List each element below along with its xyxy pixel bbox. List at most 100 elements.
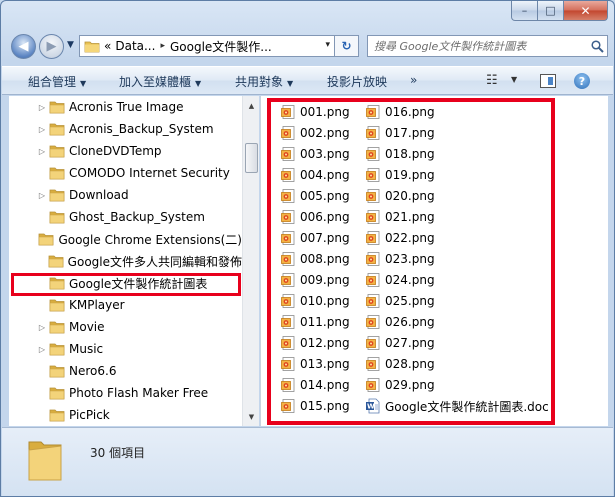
folder-icon: [49, 100, 65, 114]
file-name-label: 024.png: [385, 273, 435, 287]
file-item-png[interactable]: 001.png: [280, 102, 350, 122]
more-commands-button[interactable]: »: [410, 73, 417, 87]
recent-pages-dropdown[interactable]: ▼: [67, 40, 74, 50]
file-item-png[interactable]: 009.png: [280, 270, 350, 290]
search-box[interactable]: [367, 35, 608, 57]
search-input[interactable]: [374, 39, 587, 53]
address-overflow[interactable]: «: [104, 39, 111, 53]
file-item-png[interactable]: 010.png: [280, 291, 350, 311]
word-document-icon: W: [365, 398, 381, 414]
address-separator-icon[interactable]: ▸: [160, 41, 165, 51]
file-item-png[interactable]: 007.png: [280, 228, 350, 248]
forward-button[interactable]: ▶: [39, 34, 64, 59]
expand-arrow-icon[interactable]: ▷: [33, 191, 49, 200]
file-item-png[interactable]: 025.png: [365, 291, 435, 311]
file-item-png[interactable]: 012.png: [280, 333, 350, 353]
nav-tree-item[interactable]: ▷ Music: [9, 338, 242, 360]
file-item-png[interactable]: 024.png: [365, 270, 435, 290]
file-item-png[interactable]: 023.png: [365, 249, 435, 269]
nav-tree-item[interactable]: ▷ CloneDVDTemp: [9, 140, 242, 162]
file-name-label: 029.png: [385, 378, 435, 392]
file-item-png[interactable]: 005.png: [280, 186, 350, 206]
file-name-label: 004.png: [300, 168, 350, 182]
png-image-icon: [365, 335, 381, 351]
folder-icon: [49, 122, 65, 136]
expand-arrow-icon[interactable]: ▷: [33, 147, 49, 156]
scroll-down-icon[interactable]: ▼: [244, 409, 259, 424]
file-item-png[interactable]: 017.png: [365, 123, 435, 143]
file-item-png[interactable]: 004.png: [280, 165, 350, 185]
nav-tree-item[interactable]: PicPick: [9, 404, 242, 426]
help-icon[interactable]: ?: [574, 73, 590, 89]
maximize-button[interactable]: □: [538, 1, 564, 21]
file-item-png[interactable]: 019.png: [365, 165, 435, 185]
details-pane: 30 個項目: [2, 427, 613, 496]
file-item-png[interactable]: 018.png: [365, 144, 435, 164]
scroll-thumb[interactable]: [245, 143, 258, 173]
nav-tree-item[interactable]: ▷ Movie: [9, 316, 242, 338]
file-item-png[interactable]: 013.png: [280, 354, 350, 374]
nav-tree-item[interactable]: Ghost_Backup_System: [9, 206, 242, 228]
nav-tree-item[interactable]: ▷ Download: [9, 184, 242, 206]
chevron-down-icon: ▼: [80, 79, 87, 88]
file-item-png[interactable]: 027.png: [365, 333, 435, 353]
nav-tree-item[interactable]: COMODO Internet Security: [9, 162, 242, 184]
organize-menu[interactable]: 組合管理 ▼: [28, 73, 86, 90]
address-dropdown-icon[interactable]: ▾: [325, 40, 330, 50]
preview-pane-icon[interactable]: [540, 74, 556, 88]
address-segment-current[interactable]: Google文件製作...: [170, 38, 272, 55]
search-icon[interactable]: [587, 36, 607, 56]
share-menu[interactable]: 共用對象 ▼: [235, 73, 293, 90]
file-item-png[interactable]: 008.png: [280, 249, 350, 269]
file-item-png[interactable]: 015.png: [280, 396, 350, 416]
item-count-label: 30 個項目: [90, 446, 146, 460]
nav-tree-item[interactable]: KMPlayer: [9, 294, 242, 316]
png-image-icon: [365, 251, 381, 267]
folder-icon: [49, 276, 65, 290]
file-item-png[interactable]: 016.png: [365, 102, 435, 122]
add-to-library-menu[interactable]: 加入至媒體櫃 ▼: [119, 73, 201, 90]
file-item-png[interactable]: 002.png: [280, 123, 350, 143]
nav-tree-item[interactable]: Google文件製作統計圖表: [9, 272, 242, 294]
nav-tree-item[interactable]: ▷ Acronis True Image: [9, 96, 242, 118]
png-image-icon: [365, 272, 381, 288]
file-item-png[interactable]: 028.png: [365, 354, 435, 374]
png-image-icon: [280, 335, 296, 351]
nav-tree-item[interactable]: Google文件多人共同編輯和發佈: [9, 250, 242, 272]
nav-tree-item[interactable]: ▷ Acronis_Backup_System: [9, 118, 242, 140]
back-button[interactable]: ◀: [11, 34, 36, 59]
expand-arrow-icon[interactable]: ▷: [33, 323, 49, 332]
folder-icon: [49, 298, 65, 312]
view-options-icon[interactable]: ☷: [486, 73, 498, 88]
navigation-scrollbar[interactable]: ▲ ▼: [242, 96, 259, 426]
nav-tree-item-label: Nero6.6: [69, 364, 117, 378]
expand-arrow-icon[interactable]: ▷: [33, 125, 49, 134]
close-button[interactable]: ✕: [564, 1, 608, 21]
expand-arrow-icon[interactable]: ▷: [33, 345, 49, 354]
file-name-label: 022.png: [385, 231, 435, 245]
file-item-png[interactable]: 021.png: [365, 207, 435, 227]
png-image-icon: [280, 398, 296, 414]
file-item-png[interactable]: 006.png: [280, 207, 350, 227]
refresh-button[interactable]: ↻: [335, 35, 359, 57]
file-item-png[interactable]: 026.png: [365, 312, 435, 332]
nav-tree-item[interactable]: Nero6.6: [9, 360, 242, 382]
file-item-png[interactable]: 029.png: [365, 375, 435, 395]
address-segment-data[interactable]: Data...: [115, 39, 155, 53]
nav-tree-item[interactable]: Photo Flash Maker Free: [9, 382, 242, 404]
view-dropdown-icon[interactable]: ▼: [511, 75, 517, 84]
file-item-png[interactable]: 020.png: [365, 186, 435, 206]
nav-tree-item[interactable]: Google Chrome Extensions(二): [9, 228, 242, 250]
file-item-png[interactable]: 011.png: [280, 312, 350, 332]
address-bar[interactable]: « Data... ▸ Google文件製作... ▾: [79, 35, 335, 57]
file-name-label: 014.png: [300, 378, 350, 392]
slideshow-button[interactable]: 投影片放映: [327, 73, 387, 90]
scroll-up-icon[interactable]: ▲: [244, 98, 259, 113]
file-item-png[interactable]: 022.png: [365, 228, 435, 248]
expand-arrow-icon[interactable]: ▷: [33, 103, 49, 112]
file-item-doc[interactable]: W Google文件製作統計圖表.doc: [365, 396, 549, 416]
file-item-png[interactable]: 003.png: [280, 144, 350, 164]
minimize-button[interactable]: –: [511, 1, 538, 21]
file-item-png[interactable]: 014.png: [280, 375, 350, 395]
png-image-icon: [280, 146, 296, 162]
